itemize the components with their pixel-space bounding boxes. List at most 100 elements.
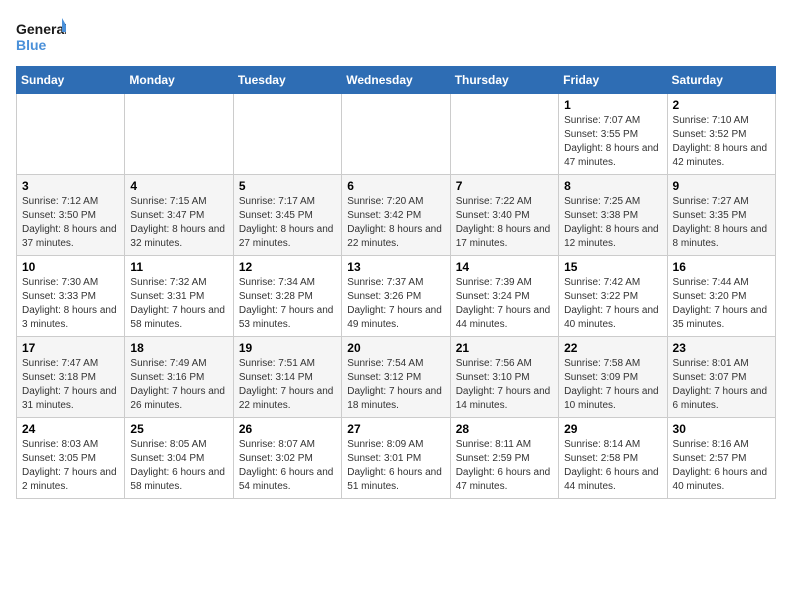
day-number: 26	[239, 422, 336, 436]
day-number: 15	[564, 260, 661, 274]
calendar-cell: 14 Sunrise: 7:39 AM Sunset: 3:24 PM Dayli…	[450, 256, 558, 337]
calendar-cell: 11Sunrise: 7:32 AM Sunset: 3:31 PM Dayli…	[125, 256, 233, 337]
calendar-cell: 22 Sunrise: 7:58 AM Sunset: 3:09 PM Dayli…	[559, 337, 667, 418]
day-info: Sunrise: 7:10 AM Sunset: 3:52 PM Dayligh…	[673, 114, 770, 170]
day-info: Sunrise: 7:32 AM Sunset: 3:31 PM Dayligh…	[130, 276, 227, 332]
day-info: Sunrise: 7:17 AM Sunset: 3:45 PM Dayligh…	[239, 195, 336, 251]
calendar-cell: 10 Sunrise: 7:30 AM Sunset: 3:33 PM Dayli…	[17, 256, 125, 337]
header: General Blue	[16, 16, 776, 56]
day-info: Sunrise: 8:11 AM Sunset: 2:59 PM Dayligh…	[456, 438, 553, 494]
day-number: 13	[347, 260, 444, 274]
svg-text:General: General	[16, 21, 66, 37]
day-info: Sunrise: 7:22 AM Sunset: 3:40 PM Dayligh…	[456, 195, 553, 251]
calendar-cell: 5 Sunrise: 7:17 AM Sunset: 3:45 PM Daylig…	[233, 175, 341, 256]
day-number: 4	[130, 179, 227, 193]
day-info: Sunrise: 7:20 AM Sunset: 3:42 PM Dayligh…	[347, 195, 444, 251]
weekday-header-thursday: Thursday	[450, 67, 558, 94]
logo-svg: General Blue	[16, 16, 66, 56]
day-info: Sunrise: 7:07 AM Sunset: 3:55 PM Dayligh…	[564, 114, 661, 170]
calendar-cell: 26Sunrise: 8:07 AM Sunset: 3:02 PM Dayli…	[233, 418, 341, 499]
day-number: 24	[22, 422, 119, 436]
day-number: 23	[673, 341, 770, 355]
day-info: Sunrise: 8:03 AM Sunset: 3:05 PM Dayligh…	[22, 438, 119, 494]
calendar-cell: 13 Sunrise: 7:37 AM Sunset: 3:26 PM Dayli…	[342, 256, 450, 337]
calendar-cell: 30Sunrise: 8:16 AM Sunset: 2:57 PM Dayli…	[667, 418, 775, 499]
calendar-cell: 23 Sunrise: 8:01 AM Sunset: 3:07 PM Dayli…	[667, 337, 775, 418]
day-info: Sunrise: 7:25 AM Sunset: 3:38 PM Dayligh…	[564, 195, 661, 251]
week-row-1: 1Sunrise: 7:07 AM Sunset: 3:55 PM Daylig…	[17, 94, 776, 175]
day-info: Sunrise: 7:37 AM Sunset: 3:26 PM Dayligh…	[347, 276, 444, 332]
calendar-cell: 15 Sunrise: 7:42 AM Sunset: 3:22 PM Dayli…	[559, 256, 667, 337]
weekday-header-row: SundayMondayTuesdayWednesdayThursdayFrid…	[17, 67, 776, 94]
day-info: Sunrise: 7:39 AM Sunset: 3:24 PM Dayligh…	[456, 276, 553, 332]
day-info: Sunrise: 7:54 AM Sunset: 3:12 PM Dayligh…	[347, 357, 444, 413]
calendar-cell: 28 Sunrise: 8:11 AM Sunset: 2:59 PM Dayli…	[450, 418, 558, 499]
calendar-cell: 18 Sunrise: 7:49 AM Sunset: 3:16 PM Dayli…	[125, 337, 233, 418]
day-number: 18	[130, 341, 227, 355]
day-info: Sunrise: 7:34 AM Sunset: 3:28 PM Dayligh…	[239, 276, 336, 332]
day-number: 9	[673, 179, 770, 193]
day-number: 21	[456, 341, 553, 355]
day-number: 29	[564, 422, 661, 436]
day-info: Sunrise: 8:09 AM Sunset: 3:01 PM Dayligh…	[347, 438, 444, 494]
weekday-header-saturday: Saturday	[667, 67, 775, 94]
calendar-cell: 21 Sunrise: 7:56 AM Sunset: 3:10 PM Dayli…	[450, 337, 558, 418]
svg-text:Blue: Blue	[16, 37, 47, 53]
calendar-cell: 17 Sunrise: 7:47 AM Sunset: 3:18 PM Dayli…	[17, 337, 125, 418]
calendar-cell: 25 Sunrise: 8:05 AM Sunset: 3:04 PM Dayli…	[125, 418, 233, 499]
calendar-cell	[125, 94, 233, 175]
week-row-3: 10 Sunrise: 7:30 AM Sunset: 3:33 PM Dayli…	[17, 256, 776, 337]
day-number: 16	[673, 260, 770, 274]
day-number: 8	[564, 179, 661, 193]
day-info: Sunrise: 7:12 AM Sunset: 3:50 PM Dayligh…	[22, 195, 119, 251]
weekday-header-tuesday: Tuesday	[233, 67, 341, 94]
day-info: Sunrise: 8:16 AM Sunset: 2:57 PM Dayligh…	[673, 438, 770, 494]
calendar-cell	[342, 94, 450, 175]
day-info: Sunrise: 7:56 AM Sunset: 3:10 PM Dayligh…	[456, 357, 553, 413]
day-number: 17	[22, 341, 119, 355]
weekday-header-monday: Monday	[125, 67, 233, 94]
calendar-cell: 27 Sunrise: 8:09 AM Sunset: 3:01 PM Dayli…	[342, 418, 450, 499]
calendar-cell: 12 Sunrise: 7:34 AM Sunset: 3:28 PM Dayli…	[233, 256, 341, 337]
day-number: 27	[347, 422, 444, 436]
calendar-cell: 24 Sunrise: 8:03 AM Sunset: 3:05 PM Dayli…	[17, 418, 125, 499]
day-number: 5	[239, 179, 336, 193]
day-info: Sunrise: 7:58 AM Sunset: 3:09 PM Dayligh…	[564, 357, 661, 413]
calendar-cell: 3 Sunrise: 7:12 AM Sunset: 3:50 PM Daylig…	[17, 175, 125, 256]
calendar-cell: 9 Sunrise: 7:27 AM Sunset: 3:35 PM Daylig…	[667, 175, 775, 256]
day-info: Sunrise: 7:27 AM Sunset: 3:35 PM Dayligh…	[673, 195, 770, 251]
week-row-4: 17 Sunrise: 7:47 AM Sunset: 3:18 PM Dayli…	[17, 337, 776, 418]
day-number: 28	[456, 422, 553, 436]
calendar-cell: 19 Sunrise: 7:51 AM Sunset: 3:14 PM Dayli…	[233, 337, 341, 418]
day-number: 14	[456, 260, 553, 274]
day-info: Sunrise: 7:44 AM Sunset: 3:20 PM Dayligh…	[673, 276, 770, 332]
weekday-header-wednesday: Wednesday	[342, 67, 450, 94]
day-info: Sunrise: 7:47 AM Sunset: 3:18 PM Dayligh…	[22, 357, 119, 413]
day-number: 12	[239, 260, 336, 274]
calendar-cell: 7 Sunrise: 7:22 AM Sunset: 3:40 PM Daylig…	[450, 175, 558, 256]
calendar-cell: 6 Sunrise: 7:20 AM Sunset: 3:42 PM Daylig…	[342, 175, 450, 256]
day-number: 22	[564, 341, 661, 355]
week-row-2: 3 Sunrise: 7:12 AM Sunset: 3:50 PM Daylig…	[17, 175, 776, 256]
day-info: Sunrise: 7:49 AM Sunset: 3:16 PM Dayligh…	[130, 357, 227, 413]
day-info: Sunrise: 8:01 AM Sunset: 3:07 PM Dayligh…	[673, 357, 770, 413]
day-number: 3	[22, 179, 119, 193]
day-number: 25	[130, 422, 227, 436]
calendar-cell	[17, 94, 125, 175]
day-info: Sunrise: 7:51 AM Sunset: 3:14 PM Dayligh…	[239, 357, 336, 413]
calendar-table: SundayMondayTuesdayWednesdayThursdayFrid…	[16, 66, 776, 499]
day-info: Sunrise: 8:05 AM Sunset: 3:04 PM Dayligh…	[130, 438, 227, 494]
day-info: Sunrise: 7:15 AM Sunset: 3:47 PM Dayligh…	[130, 195, 227, 251]
calendar-cell: 4 Sunrise: 7:15 AM Sunset: 3:47 PM Daylig…	[125, 175, 233, 256]
day-number: 20	[347, 341, 444, 355]
day-number: 7	[456, 179, 553, 193]
calendar-cell	[450, 94, 558, 175]
day-info: Sunrise: 7:30 AM Sunset: 3:33 PM Dayligh…	[22, 276, 119, 332]
day-number: 6	[347, 179, 444, 193]
calendar-cell: 29Sunrise: 8:14 AM Sunset: 2:58 PM Dayli…	[559, 418, 667, 499]
day-number: 10	[22, 260, 119, 274]
day-info: Sunrise: 7:42 AM Sunset: 3:22 PM Dayligh…	[564, 276, 661, 332]
week-row-5: 24 Sunrise: 8:03 AM Sunset: 3:05 PM Dayli…	[17, 418, 776, 499]
day-number: 19	[239, 341, 336, 355]
weekday-header-friday: Friday	[559, 67, 667, 94]
